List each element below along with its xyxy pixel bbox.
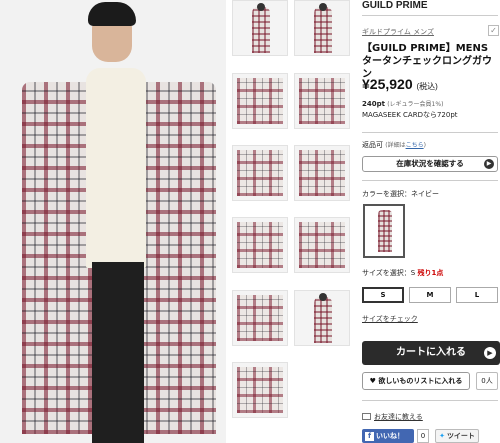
main-product-image [0, 0, 226, 443]
twitter-icon: ✦ [439, 432, 445, 440]
returns-info: 返品可 (詳細はこちら) [362, 140, 426, 150]
thumbnail-6[interactable] [294, 145, 350, 201]
thumbnail-10[interactable] [294, 290, 350, 346]
size-label: サイズを選択：S 残り1点 [362, 269, 444, 277]
color-label: カラーを選択：ネイビー [362, 190, 439, 198]
mail-icon [362, 413, 371, 420]
divider [362, 180, 498, 181]
like-count: 0 [417, 429, 429, 443]
card-points: MAGASEEK CARDなら720pt [362, 111, 458, 119]
divider [362, 15, 498, 16]
thumbnail-2[interactable] [294, 0, 350, 56]
pants [92, 262, 144, 443]
points-note: (レギュラー会員1%) [387, 101, 444, 108]
arrow-right-icon: ▶ [484, 159, 494, 169]
thumbnail-grid [232, 0, 350, 443]
facebook-icon: f [365, 432, 374, 441]
thumbnail-7[interactable] [232, 217, 288, 273]
brand-kana-link[interactable]: ギルドプライム メンズ [362, 27, 434, 37]
stock-check-label: 在庫状況を確認する [396, 159, 464, 168]
size-option-s[interactable]: S [362, 287, 404, 303]
brand-name[interactable]: GUILD PRIME [362, 0, 428, 11]
returns-detail: (詳細はこちら) [385, 142, 426, 149]
size-option-l[interactable]: L [456, 287, 498, 303]
add-to-cart-label: カートに入れる [396, 347, 466, 358]
tweet-button[interactable]: ✦ ツイート [435, 429, 479, 443]
coat-right-panel [134, 82, 216, 434]
thumbnail-3[interactable] [232, 73, 288, 129]
wishlist-count: 0人 [476, 372, 498, 390]
returns-detail-link[interactable]: こちら [406, 142, 424, 149]
check-icon[interactable]: ✓ [488, 25, 499, 36]
points-value: 240pt [362, 100, 385, 108]
size-check-link[interactable]: サイズをチェック [362, 314, 418, 324]
thumbnail-11[interactable] [232, 362, 288, 418]
size-option-m[interactable]: M [409, 287, 451, 303]
model-hair [88, 2, 136, 26]
arrow-right-icon: ▶ [484, 347, 496, 359]
product-price: ¥25,920 (税込) [362, 76, 438, 92]
facebook-like-button[interactable]: f いいね！ [362, 429, 414, 443]
product-info-panel: GUILD PRIME ギルドプライム メンズ ✓ 【GUILD PRIME】M… [362, 0, 500, 443]
divider [362, 132, 498, 133]
price-value: ¥25,920 [362, 76, 413, 92]
tax-label: (税込) [416, 82, 438, 91]
thumbnail-1[interactable] [232, 0, 288, 56]
wishlist-label: 欲しいものリストに入れる [378, 377, 463, 385]
add-to-cart-button[interactable]: カートに入れる ▶ [362, 341, 500, 365]
returns-label: 返品可 [362, 141, 383, 149]
divider [362, 400, 498, 401]
thumbnail-4[interactable] [294, 73, 350, 129]
stock-remaining: 残り1点 [417, 269, 444, 277]
points-info: 240pt (レギュラー会員1%) [362, 99, 443, 108]
sweater [86, 68, 146, 268]
thumbnail-5[interactable] [232, 145, 288, 201]
tell-friend-link[interactable]: お友達に教える [362, 412, 423, 422]
thumbnail-9[interactable] [232, 290, 288, 346]
color-swatch-navy[interactable] [363, 204, 405, 258]
heart-icon: ♥ [369, 377, 376, 385]
stock-check-button[interactable]: 在庫状況を確認する ▶ [362, 156, 498, 172]
thumbnail-8[interactable] [294, 217, 350, 273]
wishlist-button[interactable]: ♥ 欲しいものリストに入れる [362, 372, 470, 390]
